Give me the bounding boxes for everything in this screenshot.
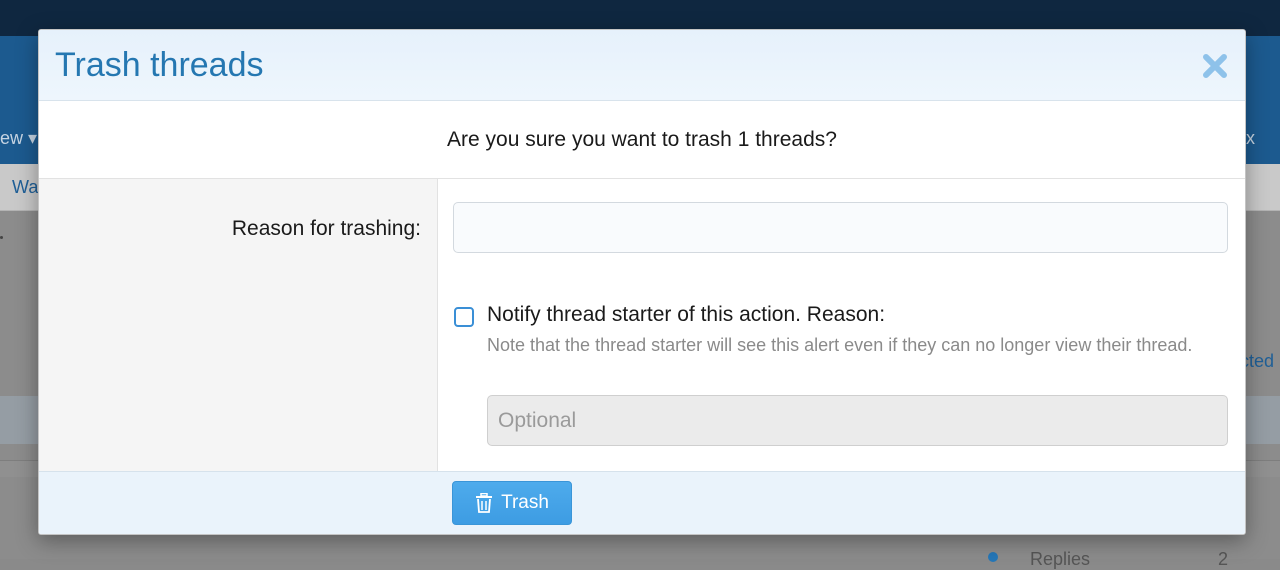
confirm-message: Are you sure you want to trash 1 threads… [447, 128, 837, 151]
background-bottom-number: 2 [1218, 549, 1229, 569]
background-dot [0, 236, 3, 239]
background-nav-item-right: x [1246, 128, 1255, 148]
notify-label[interactable]: Notify thread starter of this action. Re… [487, 303, 885, 327]
label-column: Reason for trashing: [39, 179, 438, 471]
background-nav-item: ew ▾ [0, 128, 38, 148]
background-status-dot [988, 552, 998, 562]
trash-button-label: Trash [501, 492, 549, 513]
trash-icon [476, 493, 493, 513]
background-subnav-link: Wa [12, 177, 39, 197]
notify-reason-input[interactable] [487, 395, 1228, 446]
close-icon[interactable] [1201, 52, 1229, 80]
background-bottom-text: Replies [1030, 549, 1091, 569]
dialog-title: Trash threads [55, 46, 264, 84]
dialog-header: Trash threads [39, 30, 1245, 101]
dialog-footer: Trash [39, 471, 1245, 534]
notify-checkbox[interactable] [454, 307, 474, 327]
trash-button[interactable]: Trash [452, 481, 572, 525]
notify-hint: Note that the thread starter will see th… [487, 335, 1193, 355]
reason-input[interactable] [453, 202, 1228, 253]
form-area: Reason for trashing: Notify thread start… [39, 179, 1245, 471]
trash-threads-dialog: Trash threads Are you sure you want to t… [38, 29, 1246, 535]
reason-label: Reason for trashing: [231, 217, 421, 240]
confirm-row: Are you sure you want to trash 1 threads… [39, 101, 1245, 179]
